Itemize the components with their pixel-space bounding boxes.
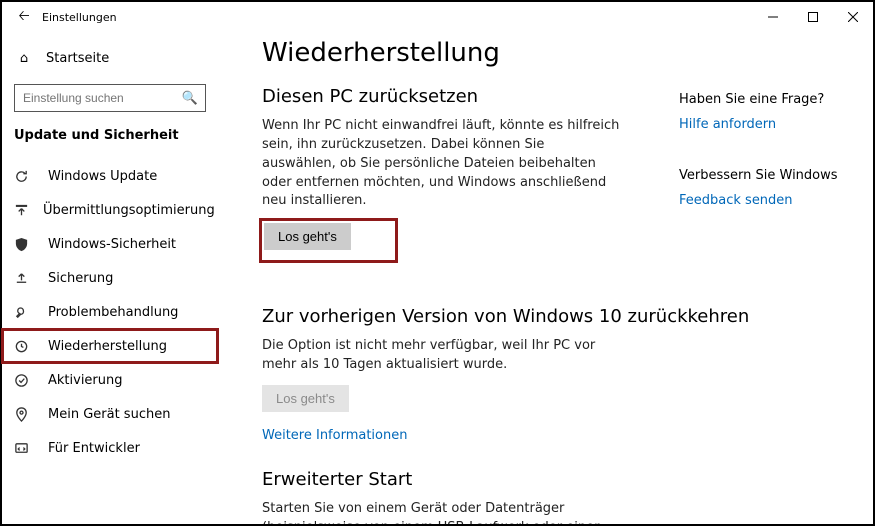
home-link[interactable]: ⌂ Startseite <box>14 42 206 74</box>
section-advanced-startup: Erweiterter Start Starten Sie von einem … <box>262 469 853 524</box>
page-title: Wiederherstellung <box>262 38 853 68</box>
nav-item-label: Aktivierung <box>48 373 123 388</box>
troubleshoot-icon <box>14 305 34 320</box>
nav-item-find-my-device[interactable]: Mein Gerät suchen <box>2 397 218 431</box>
sync-icon <box>14 169 34 184</box>
titlebar: 🡠 Einstellungen <box>2 2 873 32</box>
nav-item-label: Windows Update <box>48 169 157 184</box>
nav-list: Windows Update Übermittlungsoptimierung … <box>14 159 206 465</box>
close-icon <box>848 12 858 22</box>
goback-button: Los geht's <box>262 385 349 412</box>
nav-item-troubleshoot[interactable]: Problembehandlung <box>2 295 218 329</box>
minimize-icon <box>768 12 778 22</box>
back-button[interactable]: 🡠 <box>10 5 38 29</box>
nav-item-windows-update[interactable]: Windows Update <box>2 159 218 193</box>
maximize-icon <box>808 12 818 22</box>
main-content: Wiederherstellung Diesen PC zurücksetzen… <box>218 32 873 524</box>
nav-group-title: Update und Sicherheit <box>14 128 206 143</box>
close-button[interactable] <box>833 2 873 32</box>
nav-item-activation[interactable]: Aktivierung <box>2 363 218 397</box>
advanced-heading: Erweiterter Start <box>262 469 853 490</box>
maximize-button[interactable] <box>793 2 833 32</box>
goback-body: Die Option ist nicht mehr verfügbar, wei… <box>262 337 622 375</box>
feedback-link[interactable]: Feedback senden <box>679 193 793 208</box>
sidebar: ⌂ Startseite 🔍 Update und Sicherheit Win… <box>2 32 218 524</box>
developer-icon <box>14 441 34 456</box>
nav-item-delivery-optimization[interactable]: Übermittlungsoptimierung <box>2 193 218 227</box>
reset-button[interactable]: Los geht's <box>264 223 351 250</box>
right-pane: Haben Sie eine Frage? Hilfe anfordern Ve… <box>679 92 849 244</box>
nav-item-label: Mein Gerät suchen <box>48 407 170 422</box>
feedback-title: Verbessern Sie Windows <box>679 168 849 183</box>
reset-body: Wenn Ihr PC nicht einwandfrei läuft, kön… <box>262 117 622 211</box>
nav-item-label: Sicherung <box>48 271 113 286</box>
delivery-icon <box>14 203 29 218</box>
search-box[interactable]: 🔍 <box>14 84 206 112</box>
nav-item-label: Windows-Sicherheit <box>48 237 176 252</box>
home-icon: ⌂ <box>14 51 34 66</box>
nav-item-label: Übermittlungsoptimierung <box>43 203 215 218</box>
backup-icon <box>14 271 34 286</box>
shield-icon <box>14 237 34 252</box>
activation-icon <box>14 373 34 388</box>
reset-button-highlight: Los geht's <box>262 221 395 260</box>
window-title: Einstellungen <box>38 11 753 24</box>
more-info-link[interactable]: Weitere Informationen <box>262 428 407 443</box>
nav-item-windows-security[interactable]: Windows-Sicherheit <box>2 227 218 261</box>
recovery-icon <box>14 339 34 354</box>
nav-item-label: Wiederherstellung <box>48 339 167 354</box>
nav-item-for-developers[interactable]: Für Entwickler <box>2 431 218 465</box>
section-go-back: Zur vorherigen Version von Windows 10 zu… <box>262 306 853 443</box>
nav-item-label: Problembehandlung <box>48 305 178 320</box>
home-label: Startseite <box>46 51 109 66</box>
nav-item-recovery[interactable]: Wiederherstellung <box>2 329 218 363</box>
search-input[interactable] <box>21 90 181 106</box>
goback-heading: Zur vorherigen Version von Windows 10 zu… <box>262 306 853 327</box>
window-controls <box>753 2 873 32</box>
find-device-icon <box>14 407 34 422</box>
help-link[interactable]: Hilfe anfordern <box>679 117 776 132</box>
advanced-body: Starten Sie von einem Gerät oder Datentr… <box>262 500 622 524</box>
nav-item-backup[interactable]: Sicherung <box>2 261 218 295</box>
search-icon: 🔍 <box>181 91 199 106</box>
help-title: Haben Sie eine Frage? <box>679 92 849 107</box>
nav-item-label: Für Entwickler <box>48 441 140 456</box>
minimize-button[interactable] <box>753 2 793 32</box>
